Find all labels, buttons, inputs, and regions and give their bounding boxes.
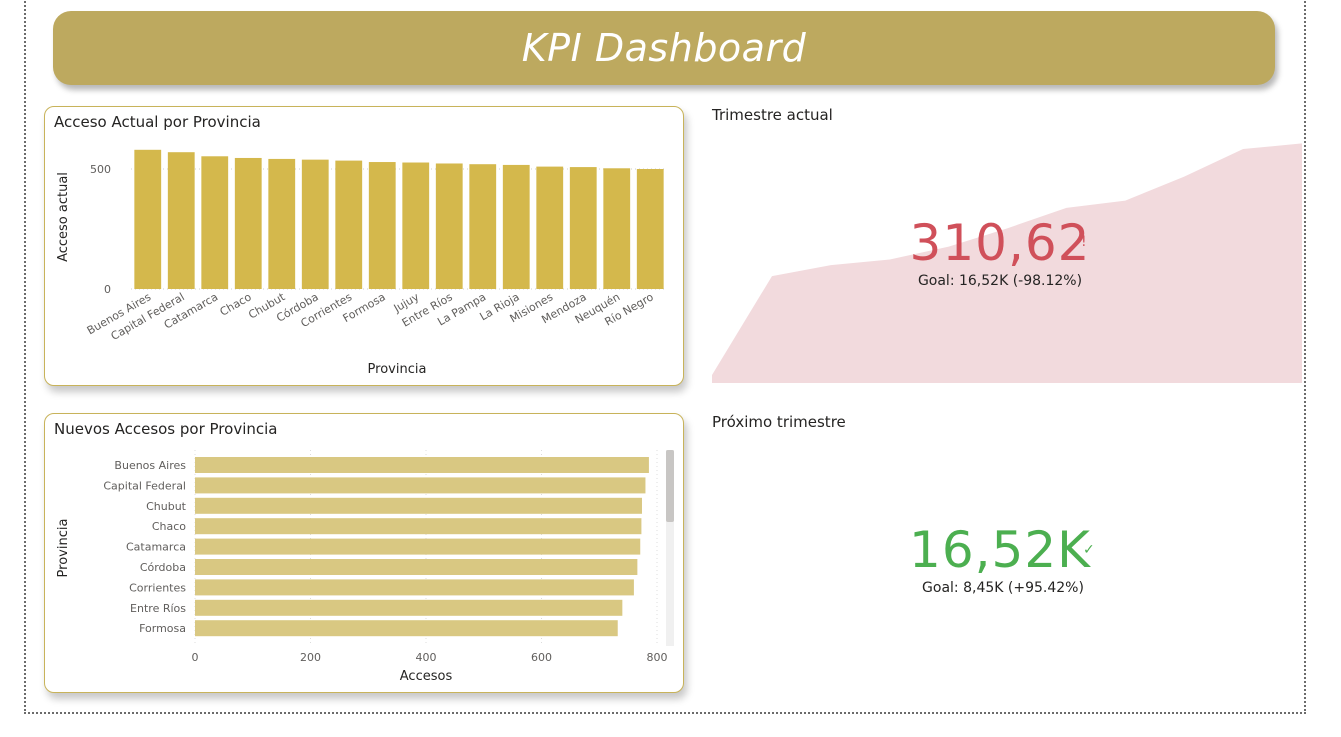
vertical-bar-chart[interactable]: 0500Buenos AiresCapital FederalCatamarca… <box>45 107 685 387</box>
kpi-value-current: 310,62 <box>909 214 1091 272</box>
bar <box>502 164 530 289</box>
x-axis-title: Provincia <box>368 362 427 377</box>
x-tick-label: 600 <box>531 651 552 664</box>
bar <box>469 164 497 289</box>
y-tick-label: 500 <box>90 163 111 176</box>
y-tick-label: Entre Ríos <box>130 602 186 615</box>
page-title: KPI Dashboard <box>521 26 807 70</box>
kpi-title-current: Trimestre actual <box>712 106 833 124</box>
x-tick-label: 800 <box>647 651 668 664</box>
kpi-value-next: 16,52K <box>909 521 1091 579</box>
scrollbar-thumb[interactable] <box>666 450 674 522</box>
bar <box>234 157 262 289</box>
bar <box>435 163 463 289</box>
bar <box>636 169 664 289</box>
y-axis-title: Acceso actual <box>56 172 71 262</box>
y-tick-label: Chaco <box>152 520 186 533</box>
bar <box>195 559 638 575</box>
y-tick-label: Chubut <box>146 500 187 513</box>
bar <box>195 457 649 473</box>
x-tick-label: 400 <box>416 651 437 664</box>
bar <box>195 518 642 535</box>
bar <box>301 159 329 289</box>
chart-card-nuevos-accesos[interactable]: Nuevos Accesos por Provincia 0 200 400 600 8… <box>44 413 684 693</box>
y-tick-label: Formosa <box>139 622 186 635</box>
bar <box>195 497 642 514</box>
y-tick-label: Buenos Aires <box>114 459 186 472</box>
y-tick-label: Corrientes <box>129 581 186 594</box>
bar <box>134 149 162 289</box>
bar <box>195 538 641 555</box>
horizontal-bar-chart[interactable]: 0 200 400 600 800 Buenos Aires Capital Federal… <box>45 414 685 694</box>
header-banner: KPI Dashboard <box>53 11 1275 85</box>
bar <box>268 158 296 289</box>
kpi-goal-current: Goal: 16,52K (-98.12%) <box>917 273 1083 289</box>
x-axis-title: Accesos <box>400 669 453 684</box>
bar <box>195 599 623 616</box>
bar <box>569 167 597 289</box>
checkmark-icon: ✓ <box>1083 542 1095 558</box>
kpi-goal-next: Goal: 8,45K (+95.42%) <box>922 580 1084 596</box>
y-tick-label: Catamarca <box>126 541 186 554</box>
bar <box>195 579 634 596</box>
x-tick-label: 0 <box>192 651 199 664</box>
bar <box>167 152 195 289</box>
x-tick-label: 200 <box>300 651 321 664</box>
bar <box>335 160 363 289</box>
bar <box>195 477 646 494</box>
chart-card-acceso-actual[interactable]: Acceso Actual por Provincia 0 500 Buenos A… <box>44 106 684 386</box>
y-tick-label: Córdoba <box>140 561 186 574</box>
warning-icon: ! <box>1081 234 1087 250</box>
bar <box>195 620 618 637</box>
y-tick-label: 0 <box>104 283 111 296</box>
y-tick-label: Capital Federal <box>103 479 186 492</box>
y-axis-title: Provincia <box>56 519 71 578</box>
bar <box>368 162 396 289</box>
bar <box>402 162 430 289</box>
bar <box>603 168 631 289</box>
bar <box>536 166 564 289</box>
kpi-title-next: Próximo trimestre <box>712 413 846 431</box>
bar <box>201 156 229 289</box>
